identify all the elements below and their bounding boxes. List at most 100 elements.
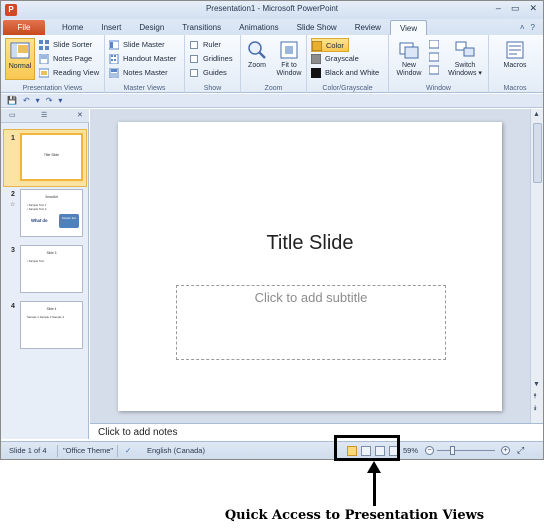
zoom-slider-handle[interactable]	[450, 446, 455, 455]
tab-home[interactable]: Home	[53, 20, 92, 35]
slide-sorter-button[interactable]: Slide Sorter	[39, 38, 92, 52]
handout-master-icon	[109, 54, 119, 64]
slide-editing-area: Title Slide Click to add subtitle	[90, 109, 530, 423]
slide-thumbnail-1[interactable]: Title Slide	[20, 133, 83, 181]
zoom-level[interactable]: 59%	[403, 446, 418, 455]
vertical-scrollbar[interactable]: ▲ ▼ ⯭ ⯯	[530, 109, 543, 423]
guides-checkbox[interactable]: Guides	[189, 66, 227, 80]
ruler-checkbox[interactable]: Ruler	[189, 38, 221, 52]
group-color-grayscale: Color Grayscale Black and White Color/Gr…	[307, 35, 389, 93]
panel-tabs: ▭ ☰ ✕	[1, 109, 89, 123]
group-macros: Macros Macros	[489, 35, 541, 93]
subtitle-placeholder[interactable]: Click to add subtitle	[176, 285, 446, 360]
normal-view-icon	[10, 42, 30, 59]
slide-count: Slide 1 of 4	[9, 446, 47, 455]
gridlines-checkbox[interactable]: Gridlines	[189, 52, 233, 66]
scroll-up-icon[interactable]: ▲	[533, 111, 540, 118]
fit-slide-icon[interactable]: ⤢	[517, 445, 524, 456]
zoom-out-icon[interactable]: −	[425, 446, 434, 455]
thumb-number: 1	[11, 135, 15, 142]
zoom-slider-track[interactable]	[437, 450, 495, 451]
handout-master-label: Handout Master	[123, 54, 177, 63]
new-window-button[interactable]: New Window	[393, 38, 425, 80]
slides-panel: ▭ ☰ ✕ 1 Title Slide 2 ☆ SmartArt • Sampl…	[1, 109, 89, 439]
fit-to-window-icon	[280, 41, 298, 59]
notes-page-icon	[39, 54, 49, 64]
save-icon[interactable]: 💾	[7, 96, 17, 105]
help-icon[interactable]: ?	[531, 23, 535, 32]
outline-tab-icon[interactable]: ☰	[41, 111, 47, 119]
scroll-down-icon[interactable]: ▼	[533, 381, 540, 388]
group-label-macros: Macros	[503, 85, 527, 92]
animation-star-icon: ☆	[10, 202, 16, 208]
tab-insert[interactable]: Insert	[92, 20, 130, 35]
language-indicator[interactable]: English (Canada)	[147, 446, 205, 455]
color-button[interactable]: Color	[311, 38, 349, 52]
slide-title[interactable]: Title Slide	[118, 232, 502, 255]
guides-label: Guides	[203, 68, 227, 77]
tab-review[interactable]: Review	[346, 20, 390, 35]
tab-design[interactable]: Design	[130, 20, 173, 35]
slide-sorter-label: Slide Sorter	[53, 40, 93, 49]
window-controls: – ▭ ✕	[496, 3, 537, 14]
arrange-windows-icon[interactable]	[429, 40, 439, 76]
black-and-white-button[interactable]: Black and White	[311, 66, 379, 80]
slide-thumbnail-3[interactable]: Slide 3 • Sample Text	[20, 245, 83, 293]
macros-icon	[506, 41, 524, 59]
maximize-icon[interactable]: ▭	[511, 3, 520, 14]
slide-thumbnail-4[interactable]: Slide 4 Sample 1 Sample 2 Sample 3	[20, 301, 83, 349]
group-label-presentation-views: Presentation Views	[22, 85, 83, 92]
panel-close-icon[interactable]: ✕	[77, 111, 83, 119]
help-area: ˄ ?	[520, 20, 535, 35]
macros-button[interactable]: Macros	[497, 38, 533, 80]
customize-qat-icon[interactable]: ▾	[58, 96, 62, 105]
reading-view-button[interactable]: Reading View	[39, 66, 99, 80]
fit-to-window-button[interactable]: Fit to Window	[273, 38, 305, 80]
slides-tab-icon[interactable]: ▭	[9, 111, 16, 119]
next-slide-icon[interactable]: ⯯	[533, 405, 537, 413]
tab-slide-show[interactable]: Slide Show	[288, 20, 346, 35]
switch-windows-button[interactable]: Switch Windows ▾	[445, 38, 485, 80]
black-white-swatch-icon	[311, 68, 321, 78]
subtitle-placeholder-text: Click to add subtitle	[254, 290, 368, 305]
tab-file[interactable]: File	[3, 20, 45, 35]
group-label-show: Show	[203, 85, 222, 92]
switch-windows-icon	[455, 41, 475, 57]
spelling-check-icon[interactable]: ✓	[125, 446, 131, 455]
undo-dropdown-icon[interactable]: ▾	[36, 96, 40, 105]
redo-icon[interactable]: ↷	[46, 96, 53, 105]
minimize-ribbon-icon[interactable]: ˄	[520, 23, 525, 32]
thumb-number: 4	[11, 303, 15, 310]
magnifier-icon	[248, 41, 266, 59]
status-bar: Slide 1 of 4 "Office Theme" ✓ English (C…	[1, 441, 543, 459]
notes-page-button[interactable]: Notes Page	[39, 52, 92, 66]
notes-master-button[interactable]: Notes Master	[109, 66, 168, 80]
tab-view[interactable]: View	[389, 20, 428, 35]
macros-label: Macros	[503, 62, 527, 69]
normal-view-button[interactable]: Normal	[5, 38, 35, 80]
slide-master-button[interactable]: Slide Master	[109, 38, 165, 52]
powerpoint-window: P Presentation1 - Microsoft PowerPoint –…	[0, 0, 544, 460]
slide-thumbnail-2[interactable]: SmartArt • Sample Text 1 • Sample Text 2…	[20, 189, 83, 237]
zoom-button[interactable]: Zoom	[243, 38, 271, 80]
thumb-shape: Sample Text	[59, 214, 79, 228]
ruler-label: Ruler	[203, 40, 221, 49]
theme-name[interactable]: "Office Theme"	[63, 446, 113, 455]
group-presentation-views: Normal Slide Sorter Notes Page Reading V…	[1, 35, 105, 93]
previous-slide-icon[interactable]: ⯭	[533, 393, 537, 401]
zoom-in-icon[interactable]: +	[501, 446, 510, 455]
thumb-text: What do	[31, 218, 48, 223]
close-icon[interactable]: ✕	[529, 3, 537, 14]
current-slide[interactable]: Title Slide Click to add subtitle	[118, 122, 502, 411]
tab-transitions[interactable]: Transitions	[173, 20, 230, 35]
notes-pane[interactable]: Click to add notes	[90, 423, 543, 441]
handout-master-button[interactable]: Handout Master	[109, 52, 176, 66]
guides-check-icon	[190, 69, 198, 77]
tab-animations[interactable]: Animations	[230, 20, 288, 35]
grayscale-button[interactable]: Grayscale	[311, 52, 359, 66]
notes-master-icon	[109, 68, 119, 78]
undo-icon[interactable]: ↶	[23, 96, 30, 105]
gridlines-label: Gridlines	[203, 54, 233, 63]
minimize-icon[interactable]: –	[496, 3, 501, 14]
scroll-thumb[interactable]	[533, 123, 542, 183]
